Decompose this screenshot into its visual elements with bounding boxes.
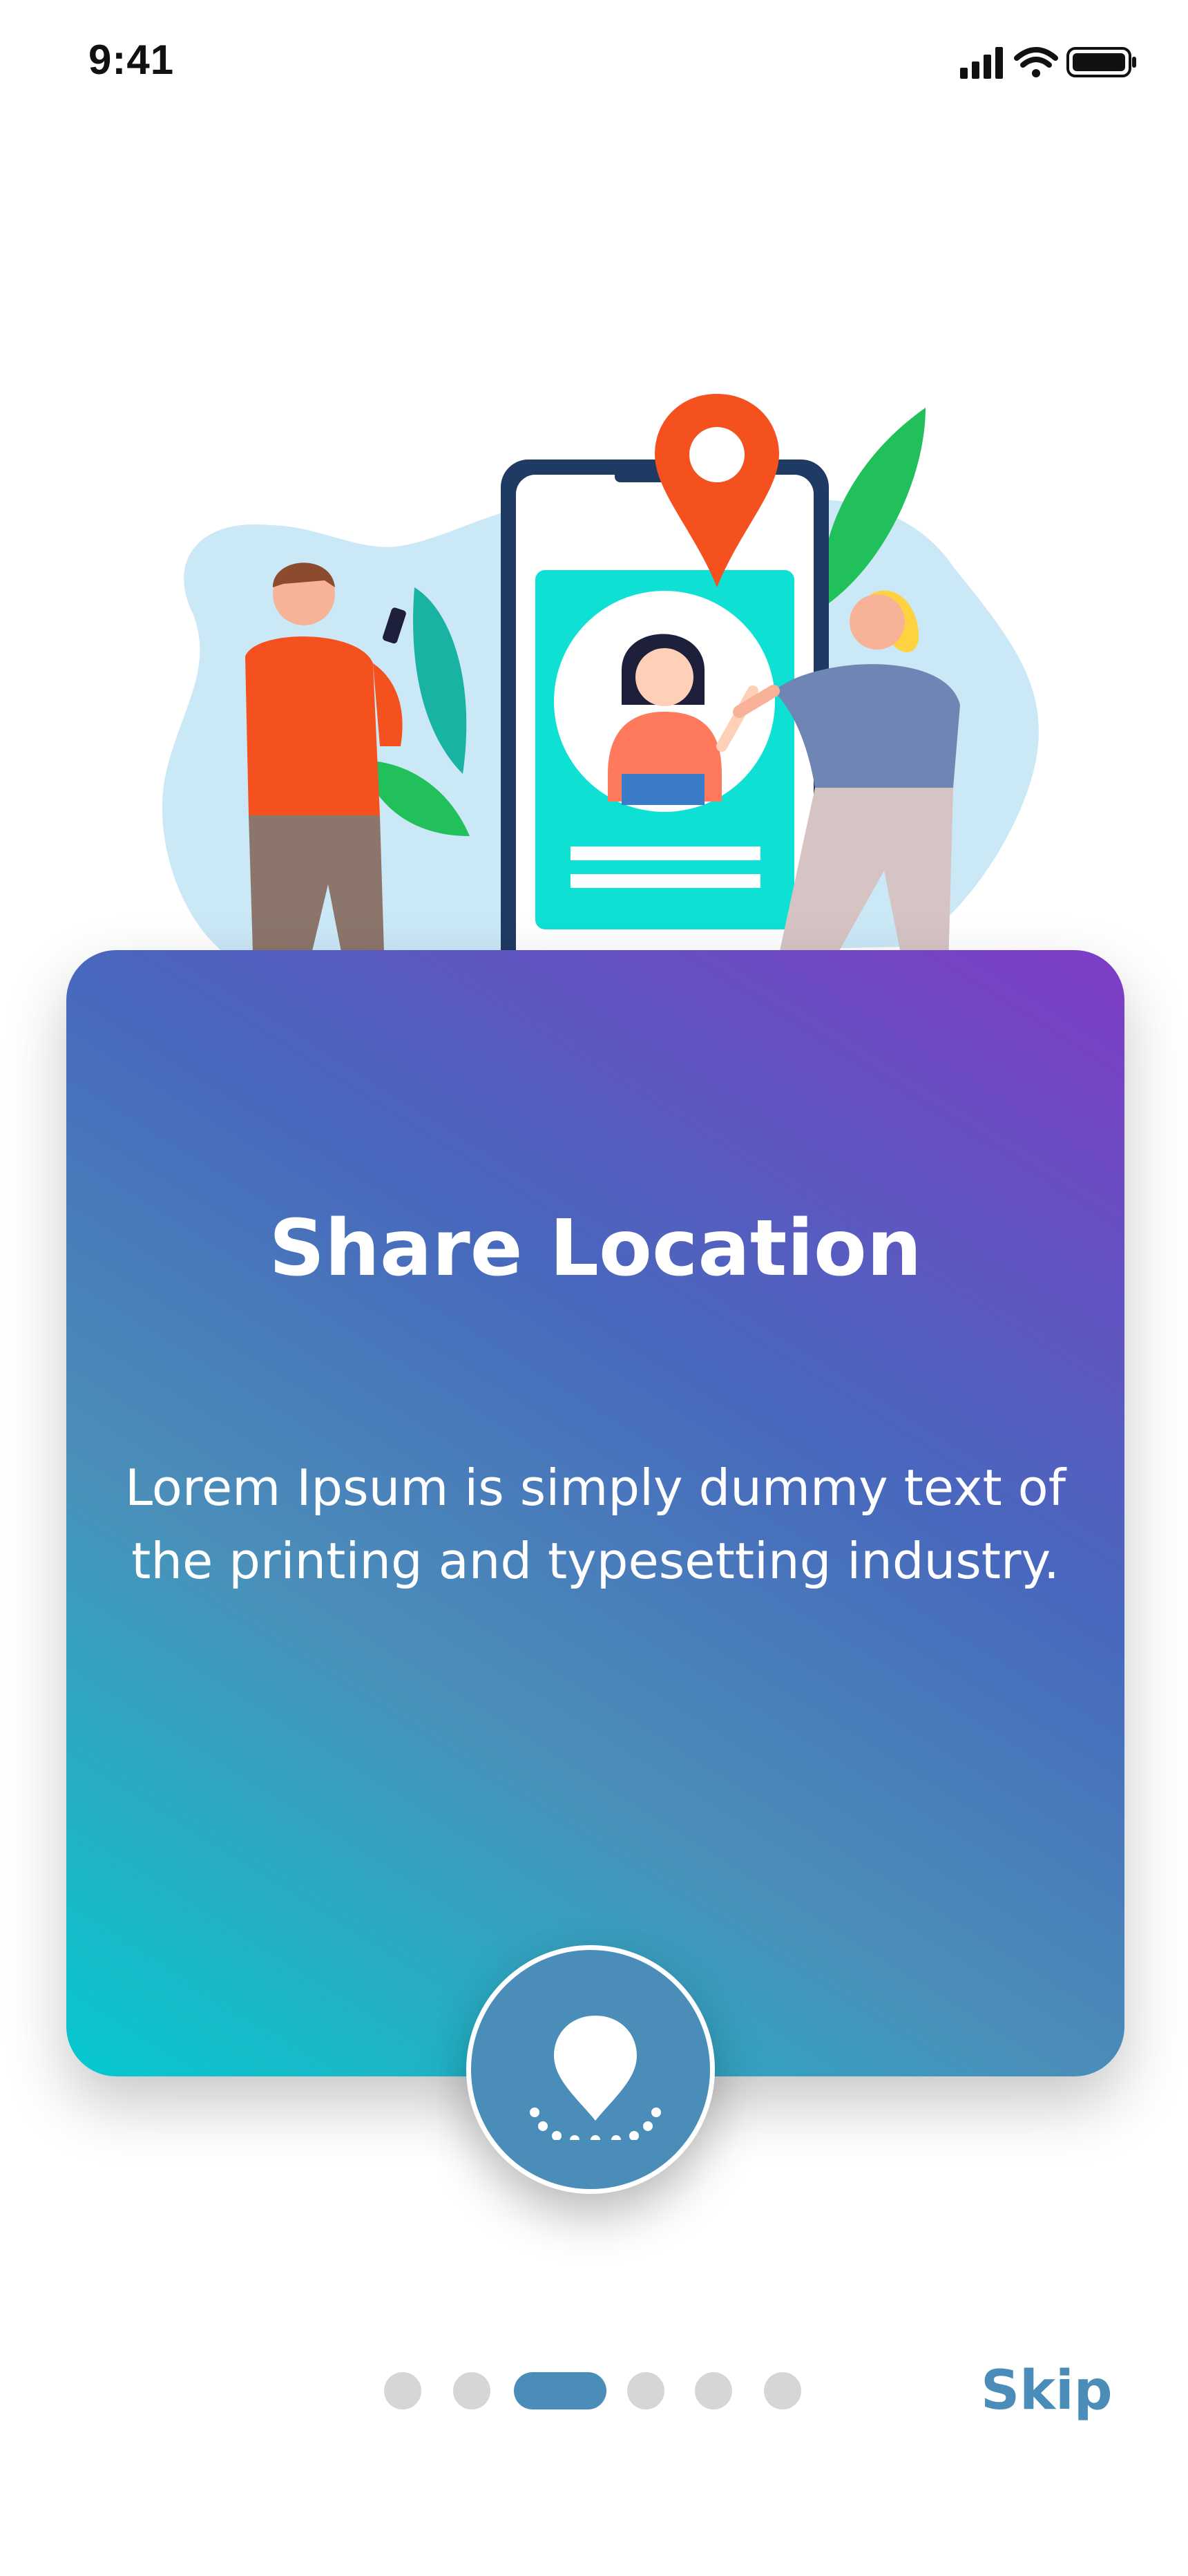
status-time: 9:41 [88, 37, 175, 83]
page-indicator [384, 2372, 812, 2411]
slide-description: Lorem Ipsum is simply dummy text of the … [124, 1459, 1066, 1590]
page-dot-3-active[interactable] [514, 2372, 606, 2409]
skip-button[interactable]: Skip [981, 2360, 1113, 2422]
status-bar: 9:41 [0, 0, 1188, 124]
page-dot-4[interactable] [627, 2372, 664, 2409]
signal-icon [960, 47, 1003, 79]
page-dot-1[interactable] [384, 2372, 421, 2409]
battery-icon [1066, 47, 1136, 77]
status-icons [953, 44, 1140, 80]
slide-title: Share Location [269, 1204, 922, 1294]
profile-line-1 [571, 846, 760, 860]
page-dot-2[interactable] [453, 2372, 490, 2409]
page-dot-6[interactable] [764, 2372, 801, 2409]
share-location-button[interactable] [466, 1945, 715, 2194]
wifi-icon [1014, 47, 1058, 77]
location-pin-icon [530, 2016, 661, 2140]
profile-line-2 [571, 874, 760, 888]
page-dot-5[interactable] [695, 2372, 732, 2409]
